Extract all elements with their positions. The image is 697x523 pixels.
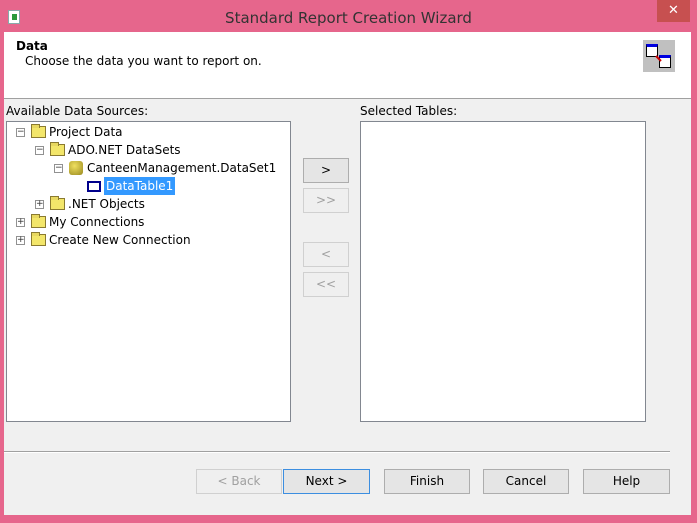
expand-icon[interactable]: + bbox=[16, 217, 25, 227]
add-button[interactable]: > bbox=[303, 158, 349, 183]
tree-item-label: .NET Objects bbox=[68, 197, 145, 211]
tree-item-my-connections[interactable]: + My Connections bbox=[16, 213, 144, 231]
cancel-button[interactable]: Cancel bbox=[483, 469, 569, 494]
tree-item-dataset[interactable]: − CanteenManagement.DataSet1 bbox=[54, 159, 276, 177]
remove-all-button[interactable]: << bbox=[303, 272, 349, 297]
close-button[interactable]: ✕ bbox=[657, 0, 690, 22]
tree-item-label: Create New Connection bbox=[49, 233, 191, 247]
add-all-button[interactable]: >> bbox=[303, 188, 349, 213]
help-button[interactable]: Help bbox=[583, 469, 670, 494]
folder-icon bbox=[31, 124, 46, 138]
tree-item-label: DataTable1 bbox=[104, 177, 176, 195]
header-title: Data bbox=[16, 39, 48, 53]
collapse-icon[interactable]: − bbox=[16, 127, 25, 137]
expand-icon[interactable]: + bbox=[16, 235, 25, 245]
table-icon bbox=[87, 180, 101, 192]
wizard-header: Data Choose the data you want to report … bbox=[4, 32, 691, 99]
remove-button[interactable]: < bbox=[303, 242, 349, 267]
available-sources-tree[interactable]: − Project Data − ADO.NET DataSets − Cant… bbox=[6, 121, 291, 422]
folder-icon bbox=[50, 196, 65, 210]
tree-item-create-connection[interactable]: + Create New Connection bbox=[16, 231, 191, 249]
back-button[interactable]: < Back bbox=[196, 469, 282, 494]
selected-tables-list[interactable] bbox=[360, 121, 646, 422]
tree-item-label: My Connections bbox=[49, 215, 145, 229]
window-title: Standard Report Creation Wizard bbox=[225, 9, 472, 27]
tree-item-label: CanteenManagement.DataSet1 bbox=[87, 161, 277, 175]
expand-icon[interactable]: + bbox=[35, 199, 44, 209]
folder-icon bbox=[31, 214, 46, 228]
collapse-icon[interactable]: − bbox=[35, 145, 44, 155]
tree-item-project-data[interactable]: − Project Data bbox=[16, 123, 123, 141]
finish-button[interactable]: Finish bbox=[384, 469, 470, 494]
tables-link-icon bbox=[643, 40, 675, 72]
folder-icon bbox=[50, 142, 65, 156]
selected-tables-label: Selected Tables: bbox=[360, 104, 458, 118]
tree-item-net-objects[interactable]: + .NET Objects bbox=[35, 195, 145, 213]
tree-item-datatable1[interactable]: DataTable1 bbox=[87, 177, 176, 195]
collapse-icon[interactable]: − bbox=[54, 163, 63, 173]
available-sources-label: Available Data Sources: bbox=[6, 104, 149, 118]
footer-divider bbox=[4, 451, 670, 453]
tree-item-ado-datasets[interactable]: − ADO.NET DataSets bbox=[35, 141, 181, 159]
next-button[interactable]: Next > bbox=[283, 469, 370, 494]
tree-item-label: Project Data bbox=[49, 125, 123, 139]
header-subtitle: Choose the data you want to report on. bbox=[25, 54, 262, 68]
app-icon bbox=[8, 10, 20, 24]
folder-icon bbox=[31, 232, 46, 246]
dataset-icon bbox=[69, 161, 83, 175]
tree-item-label: ADO.NET DataSets bbox=[68, 143, 181, 157]
